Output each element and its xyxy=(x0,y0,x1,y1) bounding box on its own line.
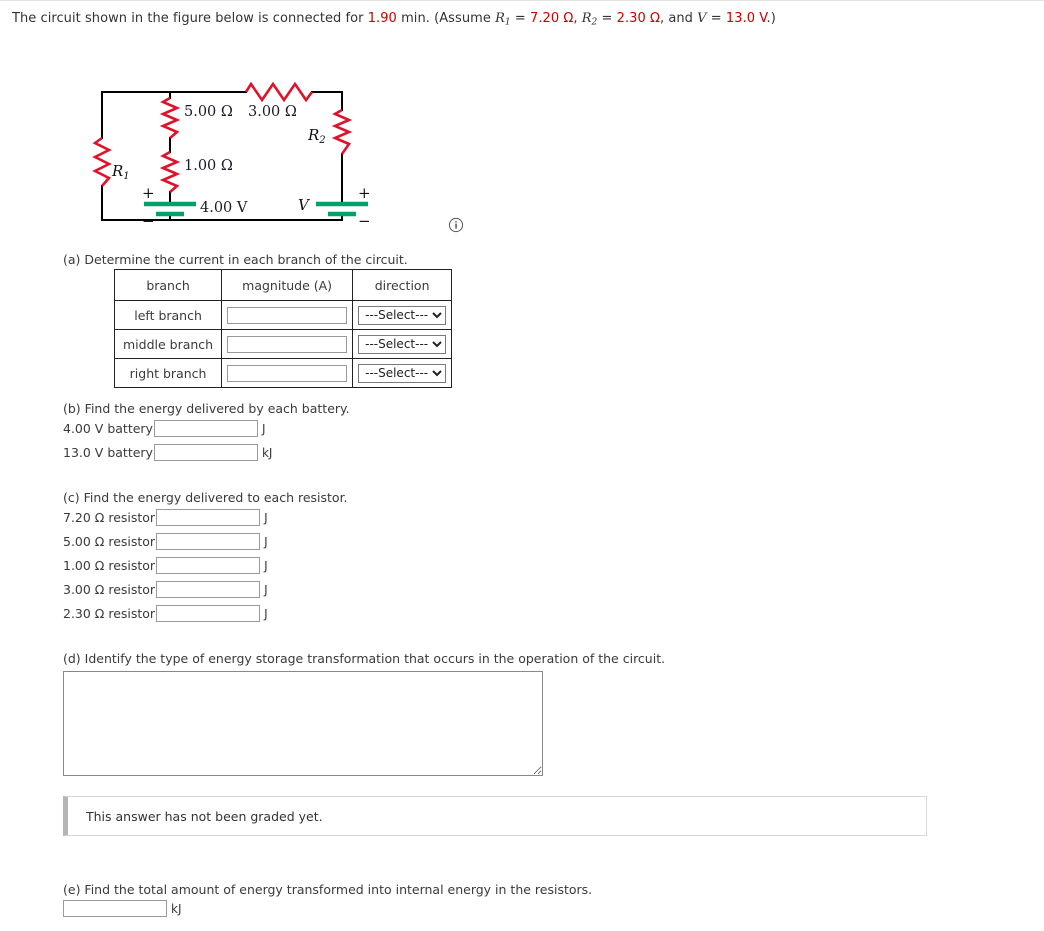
part-c-prompt: (c) Find the energy delivered to each re… xyxy=(63,490,348,505)
polarity-plus-v: + xyxy=(358,184,371,202)
magnitude-input-right-branch[interactable] xyxy=(227,364,348,382)
circuit-figure: 5.00 Ω 3.00 Ω 1.00 Ω 4.00 V R1 R2 V + − … xyxy=(80,76,380,236)
part-a-prompt: (a) Determine the current in each branch… xyxy=(63,252,408,267)
assume-open: (Assume xyxy=(434,11,491,26)
branch-current-table: branch magnitude (A) direction left bran… xyxy=(113,269,453,388)
comma-1: , xyxy=(573,11,578,26)
label-resistor-2-30: 2.30 Ω resistor xyxy=(63,606,156,621)
cell-direction-middle: ---Select--- xyxy=(352,329,453,359)
label-resistor-3-00: 3.00 Ω resistor xyxy=(63,582,156,597)
magnitude-input-left-branch[interactable] xyxy=(227,306,348,324)
label-r1: R1 xyxy=(111,162,130,182)
answer-row-resistor-3-00: 3.00 Ω resistor J xyxy=(63,581,268,598)
resistor-r1-glyph xyxy=(92,136,112,187)
energy-input-resistor-3-00[interactable] xyxy=(156,581,261,598)
label-battery-4v: 4.00 V xyxy=(200,200,248,216)
label-resistor-1-00: 1.00 Ω resistor xyxy=(63,558,156,573)
answer-row-resistor-1-00: 1.00 Ω resistor J xyxy=(63,557,268,574)
answer-row-battery-4v: 4.00 V battery J xyxy=(63,420,266,437)
unit-resistor-2-30: J xyxy=(264,606,268,621)
polarity-plus-4v: + xyxy=(142,184,155,202)
time-unit: min. xyxy=(401,11,430,26)
direction-select-right-branch[interactable]: ---Select--- xyxy=(358,363,447,383)
label-battery-13v: 13.0 V battery xyxy=(63,445,153,460)
answer-row-resistor-5-00: 5.00 Ω resistor J xyxy=(63,533,268,550)
part-d-prompt: (d) Identify the type of energy storage … xyxy=(63,651,666,666)
polarity-minus-4v: − xyxy=(142,212,155,230)
label-resistor-5-00: 5.00 Ω resistor xyxy=(63,534,156,549)
essay-answer-textarea[interactable] xyxy=(63,671,543,776)
part-e-prompt: (e) Find the total amount of energy tran… xyxy=(63,882,593,897)
label-v: V xyxy=(298,196,311,214)
unit-resistor-5-00: J xyxy=(264,534,268,549)
resistor-3ohm-glyph xyxy=(244,81,314,103)
energy-input-resistor-5-00[interactable] xyxy=(156,533,261,550)
cell-magnitude-left xyxy=(221,300,354,330)
unit-battery-13v: kJ xyxy=(261,445,273,460)
row-label-middle-branch: middle branch xyxy=(113,329,223,359)
cell-direction-left: ---Select--- xyxy=(352,300,453,330)
label-3ohm: 3.00 Ω xyxy=(248,104,297,120)
cell-magnitude-middle xyxy=(221,329,354,359)
label-r2: R2 xyxy=(307,126,326,146)
unit-total-internal-energy: kJ xyxy=(171,901,182,916)
total-internal-energy-input[interactable] xyxy=(63,900,167,917)
answer-row-total-internal-energy: kJ xyxy=(63,900,182,917)
column-header-direction: direction xyxy=(352,269,453,301)
r2-subscript: 2 xyxy=(591,17,598,28)
answer-row-resistor-7-20: 7.20 Ω resistor J xyxy=(63,509,268,526)
label-5ohm: 5.00 Ω xyxy=(184,104,233,120)
r1-value: 7.20 Ω xyxy=(530,11,574,26)
magnitude-input-middle-branch[interactable] xyxy=(227,335,348,353)
unit-resistor-1-00: J xyxy=(264,558,268,573)
unit-resistor-3-00: J xyxy=(264,582,268,597)
row-label-left-branch: left branch xyxy=(113,300,223,330)
direction-select-middle-branch[interactable]: ---Select--- xyxy=(358,334,447,354)
answer-row-battery-13v: 13.0 V battery kJ xyxy=(63,444,272,461)
table-header-row: branch magnitude (A) direction xyxy=(113,269,453,301)
equals-2: = xyxy=(601,11,613,26)
answer-row-resistor-2-30: 2.30 Ω resistor J xyxy=(63,605,268,622)
cell-magnitude-right xyxy=(221,358,354,388)
grading-status-text: This answer has not been graded yet. xyxy=(86,808,323,824)
polarity-minus-v: − xyxy=(358,212,371,230)
r1-subscript: 1 xyxy=(504,17,511,28)
stem-close: .) xyxy=(766,11,776,26)
energy-input-battery-13v[interactable] xyxy=(153,444,258,461)
info-circle-icon[interactable] xyxy=(448,217,464,233)
r2-value: 2.30 Ω xyxy=(616,11,660,26)
resistor-r2-glyph xyxy=(331,108,353,155)
equals-1: = xyxy=(514,11,526,26)
resistor-5ohm-glyph xyxy=(159,96,181,139)
label-1ohm: 1.00 Ω xyxy=(184,158,233,174)
v-value: 13.0 V xyxy=(725,11,767,26)
energy-input-resistor-1-00[interactable] xyxy=(156,557,261,574)
question-lead: The circuit shown in the figure below is… xyxy=(12,11,364,26)
equals-3: = xyxy=(710,11,722,26)
r2-symbol: R xyxy=(581,11,592,26)
column-header-branch: branch xyxy=(113,269,223,301)
resistor-1ohm-glyph xyxy=(159,150,181,193)
label-resistor-7-20: 7.20 Ω resistor xyxy=(63,510,156,525)
label-battery-4v: 4.00 V battery xyxy=(63,421,153,436)
energy-input-resistor-7-20[interactable] xyxy=(156,509,261,526)
part-b-prompt: (b) Find the energy delivered by each ba… xyxy=(63,401,350,416)
time-value: 1.90 xyxy=(367,11,397,26)
table-row: right branch ---Select--- xyxy=(113,358,453,388)
cell-direction-right: ---Select--- xyxy=(352,358,453,388)
table-row: left branch ---Select--- xyxy=(113,300,453,330)
row-label-right-branch: right branch xyxy=(113,358,223,388)
column-header-magnitude: magnitude (A) xyxy=(221,269,354,301)
direction-select-left-branch[interactable]: ---Select--- xyxy=(358,305,447,325)
comma-2: , and xyxy=(659,11,693,26)
question-stem: The circuit shown in the figure below is… xyxy=(12,11,776,28)
grading-status-banner: This answer has not been graded yet. xyxy=(63,796,927,836)
v-symbol: V xyxy=(697,11,707,26)
unit-resistor-7-20: J xyxy=(264,510,268,525)
energy-input-battery-4v[interactable] xyxy=(153,420,258,437)
table-row: middle branch ---Select--- xyxy=(113,329,453,359)
r1-symbol: R xyxy=(495,11,505,26)
energy-input-resistor-2-30[interactable] xyxy=(156,605,261,622)
unit-battery-4v: J xyxy=(261,421,266,436)
